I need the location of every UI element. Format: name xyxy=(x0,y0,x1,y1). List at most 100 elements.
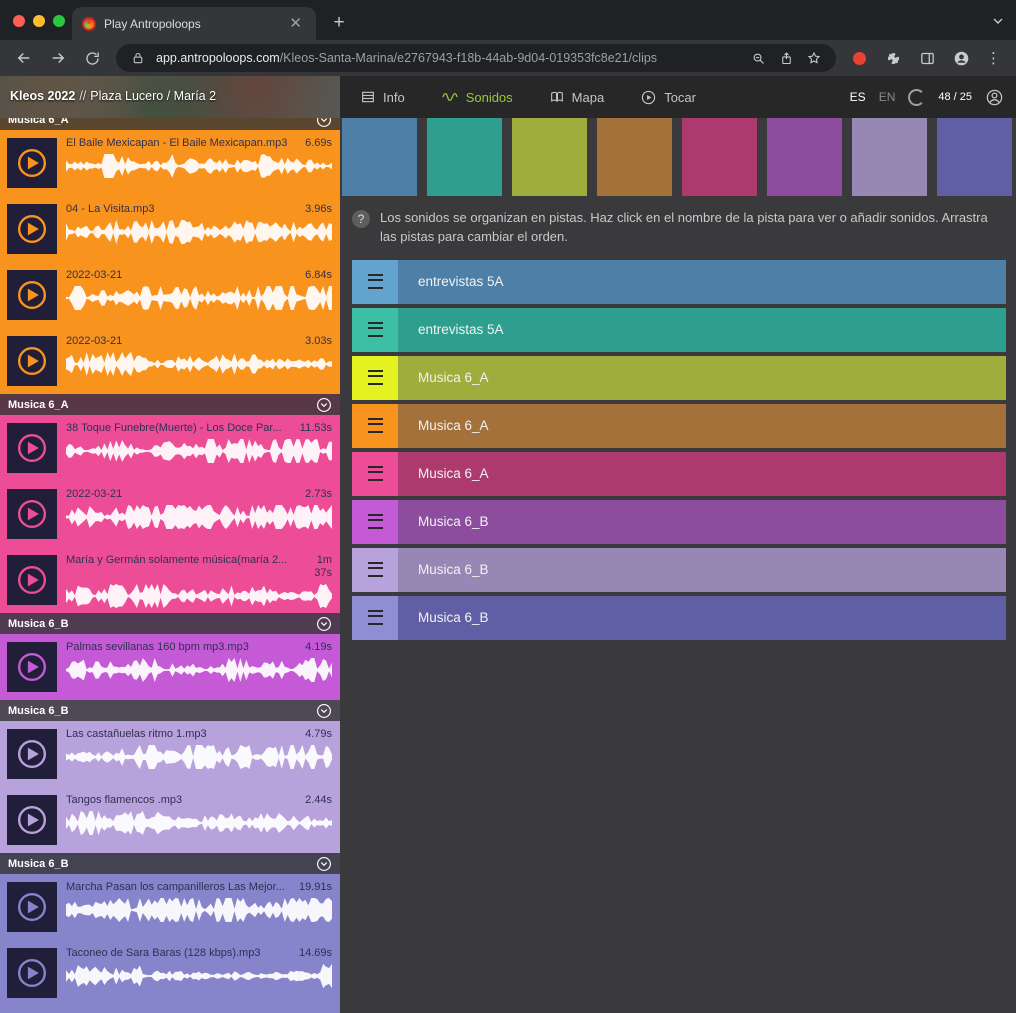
track-drag-handle[interactable] xyxy=(352,308,398,352)
collapse-chevron-icon[interactable] xyxy=(316,397,332,413)
audio-clip[interactable]: Marcha Pasan los campanilleros Las Mejor… xyxy=(0,874,340,940)
clip-play-button[interactable] xyxy=(7,336,57,386)
track-drag-handle[interactable] xyxy=(352,260,398,304)
clip-play-button[interactable] xyxy=(7,555,57,605)
reload-button[interactable] xyxy=(78,44,106,72)
lock-icon[interactable] xyxy=(128,48,148,68)
browser-menu-icon[interactable]: ⋮ xyxy=(981,49,1006,67)
track-drag-handle[interactable] xyxy=(352,452,398,496)
track-row[interactable]: entrevistas 5A xyxy=(352,260,1006,304)
extensions-puzzle-icon[interactable] xyxy=(879,44,907,72)
clip-play-button[interactable] xyxy=(7,729,57,779)
track-column-swatch[interactable] xyxy=(937,118,1012,196)
clip-section-header[interactable]: Musica 6_A xyxy=(0,118,340,130)
clip-section-header[interactable]: Musica 6_B xyxy=(0,853,340,874)
track-column-swatch[interactable] xyxy=(342,118,417,196)
audio-clip[interactable]: 2022-03-216.84s xyxy=(0,262,340,328)
browser-tab[interactable]: Play Antropoloops ✕ xyxy=(72,7,316,40)
breadcrumb-location[interactable]: Plaza Lucero / María 2 xyxy=(90,89,216,103)
audio-clip[interactable]: 2022-03-213.03s xyxy=(0,328,340,394)
new-tab-button[interactable]: + xyxy=(326,10,352,36)
language-es[interactable]: ES xyxy=(850,90,866,104)
audio-clip[interactable]: El Baile Mexicapan - El Baile Mexicapan.… xyxy=(0,130,340,196)
clip-play-button[interactable] xyxy=(7,948,57,998)
track-column-swatch[interactable] xyxy=(512,118,587,196)
track-column-swatch[interactable] xyxy=(767,118,842,196)
clip-section-header[interactable]: Musica 6_A xyxy=(0,394,340,415)
track-drag-handle[interactable] xyxy=(352,548,398,592)
audio-clip[interactable]: 04 - La Visita.mp33.96s xyxy=(0,196,340,262)
track-name-bar[interactable]: Musica 6_B xyxy=(398,500,1006,544)
track-name-bar[interactable]: Musica 6_B xyxy=(398,548,1006,592)
clip-play-button[interactable] xyxy=(7,204,57,254)
track-column-swatch[interactable] xyxy=(427,118,502,196)
close-window-button[interactable] xyxy=(13,15,25,27)
breadcrumb-project[interactable]: Kleos 2022 xyxy=(10,89,75,103)
clip-play-button[interactable] xyxy=(7,489,57,539)
track-drag-handle[interactable] xyxy=(352,500,398,544)
hamburger-icon xyxy=(368,562,383,577)
bookmark-star-icon[interactable] xyxy=(804,48,824,68)
track-drag-handle[interactable] xyxy=(352,356,398,400)
track-name-bar[interactable]: entrevistas 5A xyxy=(398,308,1006,352)
clip-name: 2022-03-21 xyxy=(66,335,299,348)
audio-clip[interactable]: Taconeo de Sara Baras (128 kbps).mp314.6… xyxy=(0,940,340,1006)
track-name-bar[interactable]: Musica 6_A xyxy=(398,404,1006,448)
clip-section-header[interactable]: Musica 6_B xyxy=(0,613,340,634)
track-name-bar[interactable]: Musica 6_B xyxy=(398,596,1006,640)
track-row[interactable]: Musica 6_A xyxy=(352,404,1006,448)
extension-red-dot-icon[interactable] xyxy=(853,52,866,65)
profile-avatar-icon[interactable] xyxy=(947,44,975,72)
tab-mapa[interactable]: Mapa xyxy=(549,89,605,105)
tab-tocar[interactable]: Tocar xyxy=(640,89,696,106)
collapse-chevron-icon[interactable] xyxy=(316,856,332,872)
tab-sonidos[interactable]: Sonidos xyxy=(441,88,513,106)
forward-button[interactable] xyxy=(44,44,72,72)
collapse-chevron-icon[interactable] xyxy=(316,118,332,128)
track-name-bar[interactable]: Musica 6_A xyxy=(398,452,1006,496)
tab-info[interactable]: Info xyxy=(360,89,405,105)
clip-play-button[interactable] xyxy=(7,138,57,188)
minimize-window-button[interactable] xyxy=(33,15,45,27)
track-name-bar[interactable]: entrevistas 5A xyxy=(398,260,1006,304)
waveform xyxy=(66,897,332,923)
language-en[interactable]: EN xyxy=(879,90,896,104)
breadcrumb[interactable]: Kleos 2022//Plaza Lucero / María 2 xyxy=(10,89,216,103)
tab-search-chevron-icon[interactable] xyxy=(990,13,1006,29)
clip-name: 04 - La Visita.mp3 xyxy=(66,203,299,216)
audio-clip[interactable]: Palmas sevillanas 160 bpm mp3.mp34.19s xyxy=(0,634,340,700)
clip-section-header[interactable]: Musica 6_B xyxy=(0,700,340,721)
track-row[interactable]: Musica 6_B xyxy=(352,548,1006,592)
audio-clip[interactable]: Tangos flamencos .mp32.44s xyxy=(0,787,340,853)
clip-play-button[interactable] xyxy=(7,423,57,473)
track-drag-handle[interactable] xyxy=(352,404,398,448)
audio-clip[interactable]: 2022-03-212.73s xyxy=(0,481,340,547)
audio-clip[interactable]: Las castañuelas ritmo 1.mp34.79s xyxy=(0,721,340,787)
track-name-bar[interactable]: Musica 6_A xyxy=(398,356,1006,400)
tab-close-icon[interactable]: ✕ xyxy=(285,14,306,33)
audio-clip[interactable]: María y Germán solamente música(maría 2.… xyxy=(0,547,340,613)
track-column-swatch[interactable] xyxy=(682,118,757,196)
track-column-swatch[interactable] xyxy=(597,118,672,196)
clip-play-button[interactable] xyxy=(7,642,57,692)
track-row[interactable]: Musica 6_B xyxy=(352,500,1006,544)
clip-play-button[interactable] xyxy=(7,795,57,845)
address-bar[interactable]: app.antropoloops.com/Kleos-Santa-Marina/… xyxy=(116,44,836,72)
zoom-icon[interactable] xyxy=(748,48,768,68)
account-icon[interactable] xyxy=(985,88,1004,107)
audio-clip[interactable]: 38 Toque Funebre(Muerte) - Los Doce Par.… xyxy=(0,415,340,481)
track-row[interactable]: Musica 6_A xyxy=(352,452,1006,496)
share-icon[interactable] xyxy=(776,48,796,68)
track-drag-handle[interactable] xyxy=(352,596,398,640)
clip-play-button[interactable] xyxy=(7,882,57,932)
side-panel-icon[interactable] xyxy=(913,44,941,72)
track-row[interactable]: entrevistas 5A xyxy=(352,308,1006,352)
track-column-swatch[interactable] xyxy=(852,118,927,196)
collapse-chevron-icon[interactable] xyxy=(316,616,332,632)
track-row[interactable]: Musica 6_A xyxy=(352,356,1006,400)
track-row[interactable]: Musica 6_B xyxy=(352,596,1006,640)
collapse-chevron-icon[interactable] xyxy=(316,703,332,719)
zoom-window-button[interactable] xyxy=(53,15,65,27)
back-button[interactable] xyxy=(10,44,38,72)
clip-play-button[interactable] xyxy=(7,270,57,320)
